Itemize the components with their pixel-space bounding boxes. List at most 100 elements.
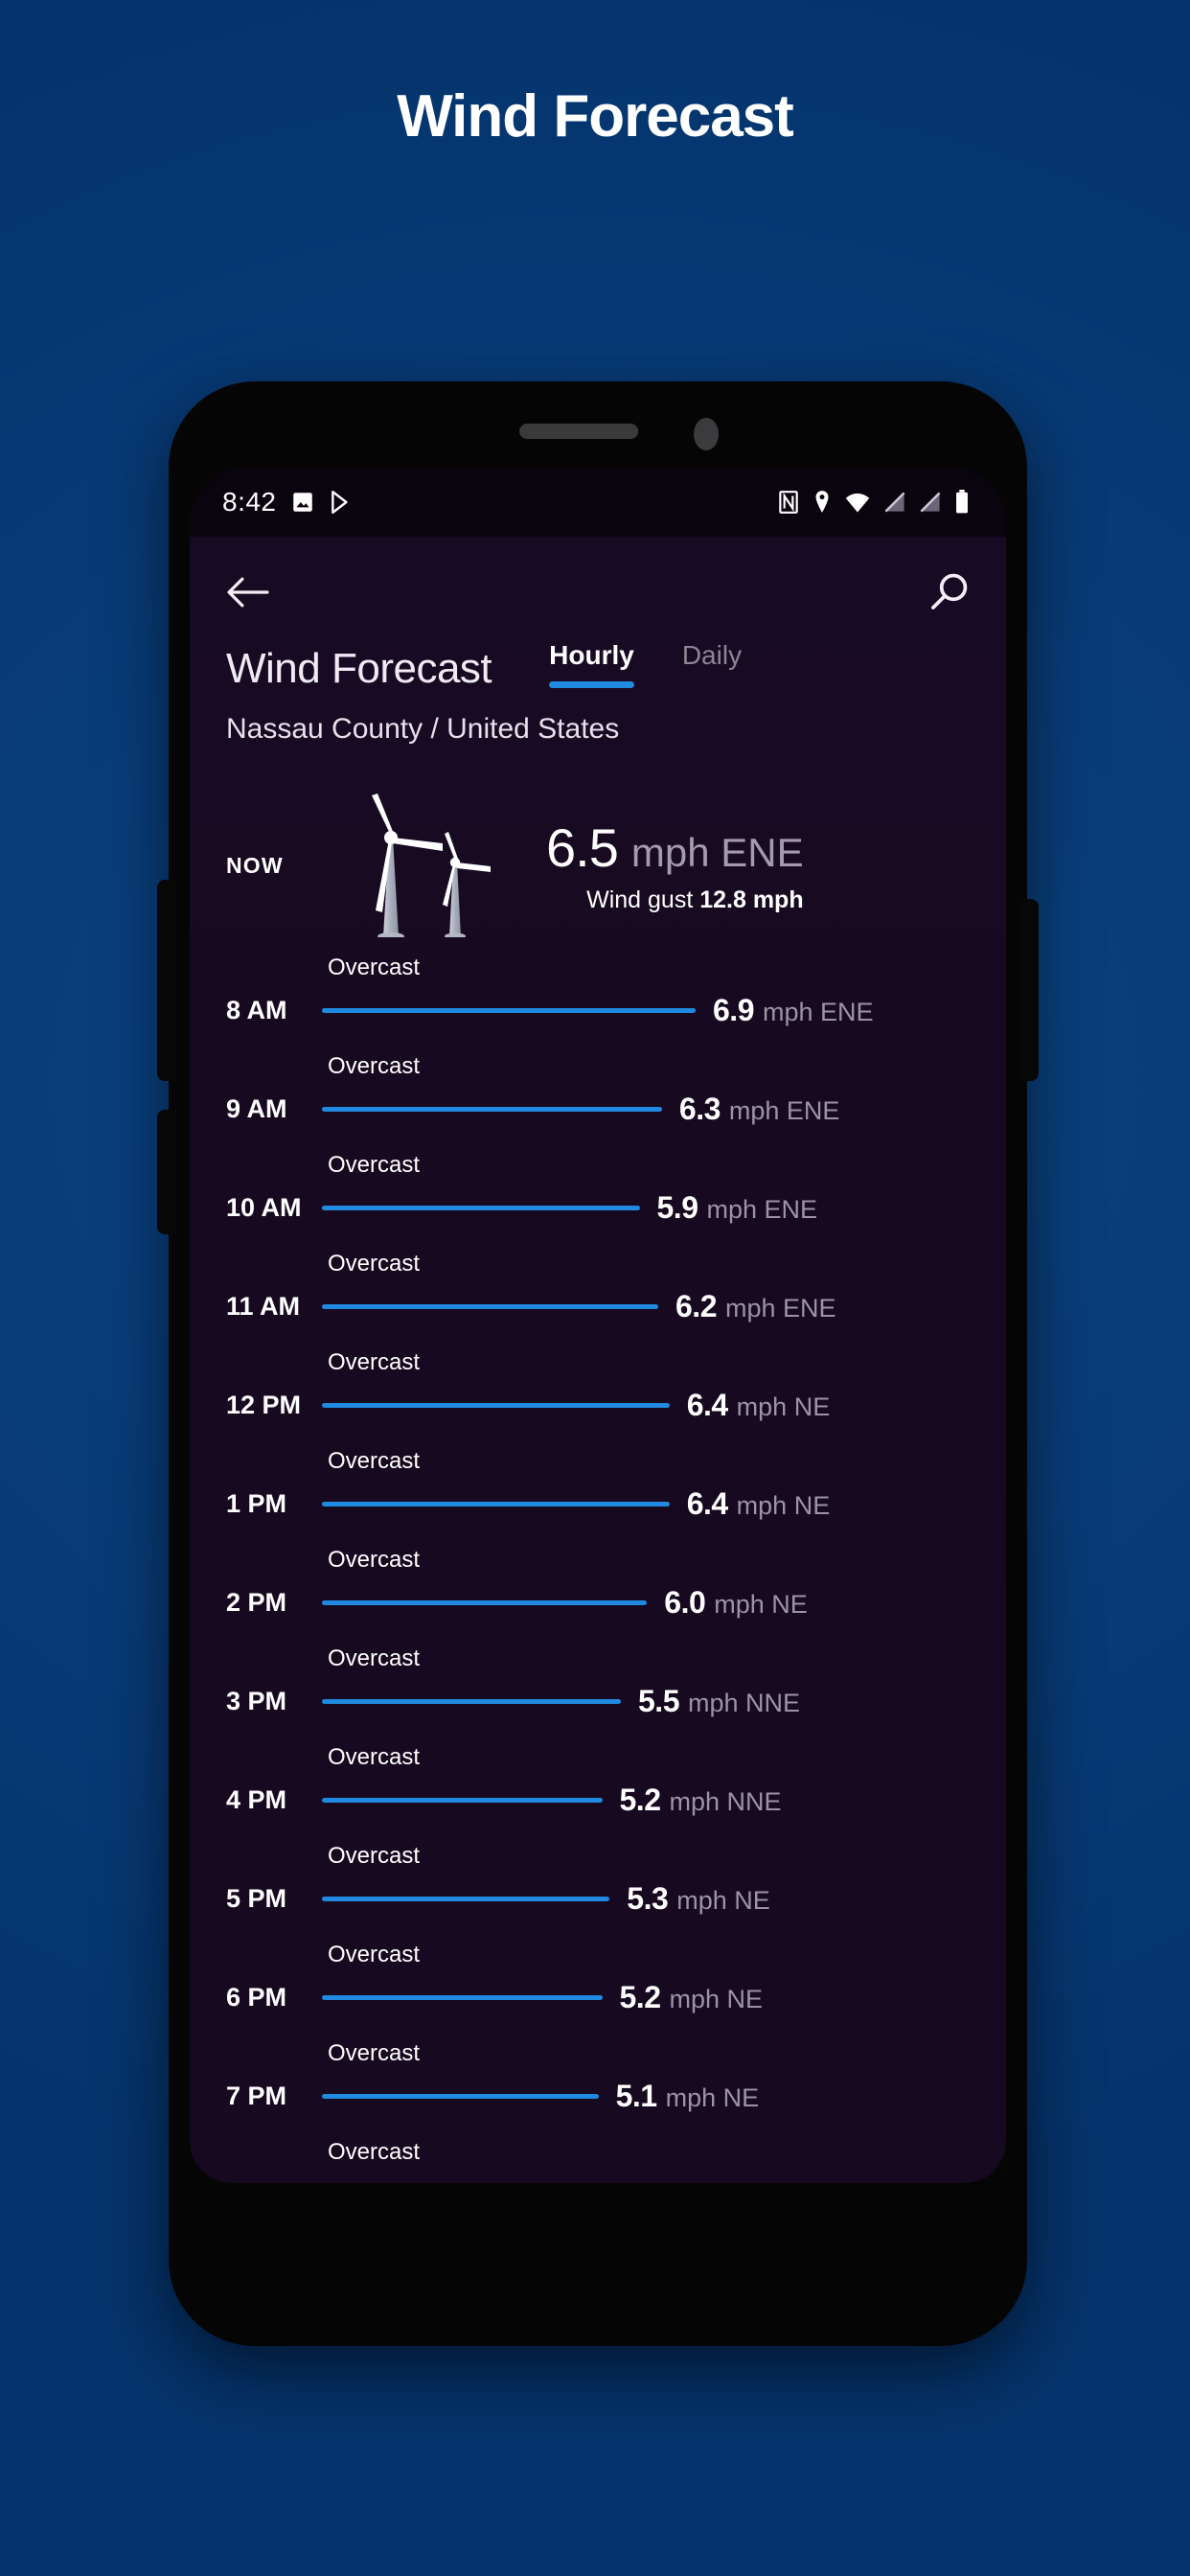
hourly-speed-bar: [322, 1107, 662, 1112]
hourly-line: 8 AM 6.9 mph ENE: [226, 993, 970, 1028]
hourly-speed-value: 5.9: [656, 1190, 698, 1225]
hourly-row[interactable]: Overcast 10 AM 5.9 mph ENE: [226, 1144, 970, 1243]
hourly-row[interactable]: Overcast 5 PM 5.3 mph NE: [226, 1835, 970, 1934]
hourly-value: 6.2 mph ENE: [675, 1289, 836, 1324]
hourly-time: 11 AM: [226, 1292, 301, 1321]
back-arrow-icon[interactable]: [226, 576, 270, 609]
hourly-condition: Overcast: [328, 1251, 421, 1276]
hourly-time: 10 AM: [226, 1193, 302, 1222]
tab-daily-label: Daily: [681, 640, 743, 670]
hourly-row[interactable]: Overcast 11 AM 6.2 mph ENE: [226, 1243, 970, 1342]
hourly-speed-value: 5.1: [615, 2079, 657, 2113]
hourly-row[interactable]: Overcast 2 PM 6.0 mph NE: [226, 1539, 970, 1638]
hourly-speed-unit: mph NE: [665, 2083, 760, 2112]
hourly-line: 10 AM 5.9 mph ENE: [226, 1190, 970, 1226]
hourly-row[interactable]: Overcast 4 PM 5.2 mph NNE: [226, 1736, 970, 1835]
volume-up-button[interactable]: [157, 880, 176, 1081]
location-label: Nassau County / United States: [226, 713, 620, 745]
hourly-speed-unit: mph ENE: [728, 1096, 840, 1125]
hourly-row[interactable]: Overcast 12 PM 6.4 mph NE: [226, 1342, 970, 1440]
hourly-speed-value: 6.9: [713, 993, 754, 1027]
hourly-time: 4 PM: [226, 1785, 287, 1814]
current-speed-row: 6.5 mph ENE: [546, 816, 804, 879]
hourly-row[interactable]: Overcast 7 PM 5.1 mph NE: [226, 2033, 970, 2131]
hourly-line: 3 PM 5.5 mph NNE: [226, 1684, 970, 1719]
hourly-row[interactable]: Overcast 3 PM 5.5 mph NNE: [226, 1638, 970, 1736]
hourly-value: 6.4 mph NE: [687, 1388, 831, 1423]
current-speed-unit: mph ENE: [630, 830, 804, 875]
hourly-value: 5.3 mph NE: [627, 1881, 770, 1917]
hourly-speed-bar: [322, 1304, 658, 1309]
power-button[interactable]: [1019, 899, 1039, 1081]
hourly-line: 5 PM 5.3 mph NE: [226, 1881, 970, 1917]
hourly-speed-unit: mph NE: [669, 1985, 764, 2013]
front-camera: [694, 418, 719, 450]
volume-down-button[interactable]: [157, 1110, 176, 1234]
hourly-line: 7 PM 5.1 mph NE: [226, 2079, 970, 2114]
hourly-speed-unit: mph NE: [714, 1590, 808, 1619]
hourly-condition: Overcast: [328, 1843, 421, 1869]
hourly-condition: Overcast: [328, 1547, 421, 1573]
hourly-speed-bar: [322, 2094, 599, 2099]
hourly-speed-bar: [322, 1897, 610, 1901]
hourly-speed-value: 6.0: [664, 1585, 706, 1620]
wind-gust: Wind gust 12.8 mph: [546, 886, 804, 914]
wind-gust-value: 12.8 mph: [699, 886, 804, 913]
hourly-speed-bar: [322, 1206, 640, 1210]
hourly-line: 12 PM 6.4 mph NE: [226, 1388, 970, 1423]
hourly-line: 4 PM 5.2 mph NNE: [226, 1782, 970, 1818]
hourly-speed-value: 6.3: [678, 1092, 721, 1126]
now-label: NOW: [226, 852, 284, 878]
search-icon[interactable]: [927, 571, 970, 613]
hourly-speed-unit: mph NE: [736, 1392, 831, 1421]
hourly-time: 5 PM: [226, 1884, 287, 1913]
screen-title: Wind Forecast: [226, 645, 492, 692]
phone-screen: 8:42 Wind Forecast Hourly Daily Nassau C…: [190, 468, 1006, 2183]
status-bar-right: [777, 490, 970, 515]
hourly-speed-value: 5.2: [619, 1980, 661, 2014]
phone-mockup: 8:42 Wind Forecast Hourly Daily Nassau C…: [157, 381, 1039, 2346]
hourly-speed-unit: mph NE: [736, 1491, 831, 1520]
hourly-value: 5.9 mph ENE: [657, 1190, 818, 1226]
hourly-speed-value: 5.2: [619, 1782, 661, 1817]
status-bar: 8:42: [190, 468, 1006, 537]
hourly-time: 7 PM: [226, 2082, 287, 2110]
location-icon: [815, 491, 829, 513]
hourly-condition: Overcast: [328, 1152, 421, 1178]
hourly-line: 9 AM 6.3 mph ENE: [226, 1092, 970, 1127]
hourly-time: 9 AM: [226, 1094, 287, 1123]
hourly-condition: Overcast: [328, 1053, 421, 1079]
tab-hourly-label: Hourly: [549, 640, 634, 670]
hourly-value: 6.3 mph ENE: [679, 1092, 840, 1127]
hourly-speed-bar: [322, 1798, 603, 1803]
hourly-speed-bar: [322, 1502, 670, 1506]
current-readout: 6.5 mph ENE Wind gust 12.8 mph: [546, 816, 804, 914]
hourly-condition: Overcast: [328, 1645, 421, 1671]
hourly-speed-unit: mph ENE: [706, 1195, 818, 1224]
hourly-speed-unit: mph NNE: [687, 1689, 801, 1717]
tab-hourly[interactable]: Hourly: [549, 640, 634, 688]
hourly-row[interactable]: Overcast 1 PM 6.4 mph NE: [226, 1440, 970, 1539]
hourly-forecast-list[interactable]: Overcast 8 AM 6.9 mph ENE Overcast 9 AM 6.3 mph…: [190, 947, 1006, 2166]
hourly-row[interactable]: Overcast 8 AM 6.9 mph ENE: [226, 947, 970, 1046]
hourly-line: 1 PM 6.4 mph NE: [226, 1486, 970, 1522]
tab-daily[interactable]: Daily: [682, 640, 742, 688]
play-store-icon: [331, 490, 348, 515]
nfc-icon: [779, 491, 798, 514]
hourly-time: 2 PM: [226, 1588, 287, 1617]
hourly-line: 2 PM 6.0 mph NE: [226, 1585, 970, 1621]
current-speed-value: 6.5: [546, 817, 619, 878]
hourly-time: 8 AM: [226, 996, 287, 1024]
hourly-row[interactable]: Overcast 6 PM 5.2 mph NE: [226, 1934, 970, 2033]
signal-off-2-icon: [920, 492, 941, 513]
hourly-speed-bar: [322, 1403, 670, 1408]
app-bar: Wind Forecast Hourly Daily Nassau County…: [190, 537, 1006, 746]
app-bar-top: [226, 565, 970, 619]
signal-off-icon: [884, 492, 905, 513]
hourly-value: 6.0 mph NE: [664, 1585, 808, 1621]
hourly-line: 11 AM 6.2 mph ENE: [226, 1289, 970, 1324]
hourly-speed-bar: [322, 1008, 696, 1013]
hourly-speed-value: 6.4: [686, 1388, 728, 1422]
hourly-row[interactable]: Overcast 9 AM 6.3 mph ENE: [226, 1046, 970, 1144]
hourly-value: 5.2 mph NNE: [620, 1782, 782, 1818]
